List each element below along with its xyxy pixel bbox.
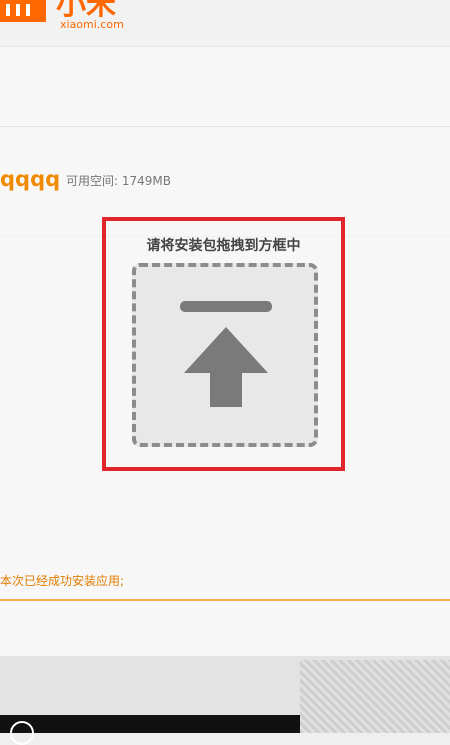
watermark-image bbox=[300, 660, 450, 733]
logo-text: 小米 bbox=[56, 0, 116, 22]
mi-logo-icon bbox=[0, 0, 46, 22]
status-message: 本次已经成功安装应用; bbox=[0, 574, 125, 588]
drop-zone-title: 请将安装包拖拽到方框中 bbox=[146, 238, 301, 254]
header: 小米 xiaomi.com bbox=[0, 0, 450, 46]
drop-zone[interactable] bbox=[132, 263, 318, 447]
divider bbox=[0, 126, 450, 127]
start-button[interactable] bbox=[10, 721, 34, 745]
status-divider bbox=[0, 599, 450, 601]
device-name: qqqq bbox=[0, 167, 61, 191]
taskbar bbox=[0, 715, 300, 745]
logo-domain: xiaomi.com bbox=[60, 18, 124, 31]
upload-icon bbox=[180, 301, 272, 407]
drop-zone-highlight: 请将安装包拖拽到方框中 bbox=[102, 217, 345, 471]
available-space-label: 可用空间: 1749MB bbox=[66, 174, 171, 188]
